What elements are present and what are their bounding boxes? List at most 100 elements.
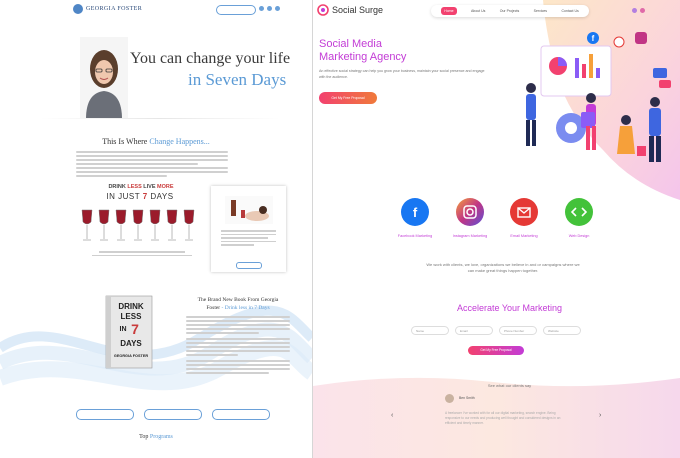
main-nav: Home About Us Our Projects Services Cont…: [431, 5, 589, 17]
program-button[interactable]: [76, 409, 134, 420]
social-dot-icon[interactable]: [640, 8, 645, 13]
svg-text:f: f: [592, 34, 595, 43]
email-icon: [510, 198, 538, 226]
contact-button[interactable]: [216, 5, 256, 15]
book-cover-drink: DRINK: [118, 302, 144, 311]
wine-glasses-illustration: [81, 209, 195, 241]
carousel-next-icon[interactable]: ›: [599, 412, 601, 419]
youtube-icon[interactable]: [275, 6, 280, 11]
social-links: [259, 6, 280, 11]
book-heading-line1: The Brand New Book From Georgia: [197, 297, 279, 303]
top-programs-heading: Top Programs: [0, 434, 312, 440]
hero-headline-line2: in Seven Days: [188, 70, 287, 89]
service-label: Email Marketing: [510, 234, 538, 238]
service-label: Web Design: [568, 234, 590, 238]
proposal-form: Name Email Phone Number Website: [411, 326, 581, 335]
logo-swirl-icon: [317, 4, 329, 16]
section-heading-accent: Change Happens...: [149, 137, 210, 146]
nav-services[interactable]: Services: [534, 9, 547, 13]
program-button[interactable]: [212, 409, 270, 420]
top-programs-accent: Programs: [149, 434, 173, 440]
book-description: [186, 316, 290, 376]
hero-title-line1: Social Media: [319, 38, 382, 50]
book-cover-author: GEORGIA FOSTER: [114, 354, 149, 358]
testimonial-author: Ben Smith: [459, 396, 475, 400]
book-heading-accent: - Drink less in 7 Days: [221, 305, 270, 311]
hero-portrait-photo: [80, 37, 128, 119]
twitter-icon[interactable]: [267, 6, 272, 11]
georgia-foster-logo[interactable]: GEORGIA FOSTER: [73, 4, 142, 14]
feature-card: [211, 186, 286, 272]
code-icon: [565, 198, 593, 226]
person-right: [649, 97, 661, 162]
top-programs-plain: Top: [139, 434, 150, 440]
person-center: [581, 93, 596, 150]
card-text: [221, 230, 276, 248]
service-web-design[interactable]: Web Design: [549, 198, 609, 238]
nav-contact[interactable]: Contact Us: [561, 9, 578, 13]
nav-about[interactable]: About Us: [471, 9, 485, 13]
service-label: Facebook Marketing: [397, 234, 433, 238]
hero-headline-line1: You can change your life: [130, 50, 291, 67]
book-heading-line2: Foster - Drink less in 7 Days: [186, 305, 290, 311]
hero-divider: [40, 118, 280, 119]
drink-subtitle: [80, 249, 204, 258]
avatar: [445, 394, 454, 403]
facebook-icon: f: [401, 198, 429, 226]
accelerate-title: Accelerate Your Marketing: [456, 303, 563, 313]
svg-text:f: f: [413, 205, 418, 220]
phone-field[interactable]: Phone Number: [499, 326, 537, 335]
georgia-foster-page: GEORGIA FOSTER You can change your life …: [0, 0, 312, 458]
testimonial-quote: A freelancer I’ve worked with for all ou…: [445, 411, 561, 425]
website-field[interactable]: Website: [543, 326, 581, 335]
drink-less-title: DRINK LESS LIVE MORE: [81, 184, 201, 190]
brand-name: Social Surge: [332, 5, 384, 15]
section-heading-plain: This Is Where: [102, 137, 150, 146]
nav-home[interactable]: Home: [441, 7, 457, 15]
nav-projects[interactable]: Our Projects: [500, 9, 519, 13]
service-email[interactable]: Email Marketing: [494, 198, 554, 238]
drink-title-more: MORE: [157, 184, 174, 190]
drink-title-live: LIVE: [141, 184, 158, 190]
section-heading: This Is Where Change Happens...: [0, 137, 312, 146]
service-instagram[interactable]: Instagram Marketing: [440, 198, 500, 238]
book-cover-days: DAYS: [120, 339, 142, 348]
social-surge-logo[interactable]: Social Surge: [317, 4, 383, 16]
book-heading-foster: Foster: [206, 305, 222, 311]
email-field[interactable]: Email: [455, 326, 493, 335]
hero-title-line2: Marketing Agency: [319, 51, 407, 63]
person-woman: [617, 115, 646, 156]
days-suffix: DAYS: [147, 192, 174, 201]
header-social-icons: [632, 8, 645, 13]
facebook-icon[interactable]: [259, 6, 264, 11]
free-proposal-button[interactable]: Get My Free Proposal: [319, 92, 377, 104]
carousel-prev-icon[interactable]: ‹: [391, 412, 393, 419]
in-just-7-days: IN JUST 7 DAYS: [96, 192, 184, 201]
drink-title-drink: DRINK: [108, 184, 128, 190]
social-surge-page: Social Surge Home About Us Our Projects …: [313, 0, 680, 458]
about-text: We work with clients, we love, organizat…: [426, 262, 580, 273]
social-dot-icon[interactable]: [632, 8, 637, 13]
instagram-icon: [456, 198, 484, 226]
card-photo: [225, 196, 273, 224]
service-label: Instagram Marketing: [452, 234, 488, 238]
name-field[interactable]: Name: [411, 326, 449, 335]
book-cover-in: IN: [120, 326, 127, 333]
hero-description: An effective social strategy can help yo…: [319, 69, 485, 79]
program-buttons: [76, 409, 270, 420]
brand-name: GEORGIA FOSTER: [86, 6, 143, 12]
book-cover-less: LESS: [121, 312, 143, 321]
logo-mark-icon: [73, 4, 83, 14]
testimonial-heading: See what our clients say: [487, 383, 532, 388]
accelerate-proposal-button[interactable]: Get My Free Proposal: [468, 346, 524, 355]
intro-paragraph: [76, 151, 228, 179]
card-button[interactable]: [236, 262, 262, 269]
book-cover-image: DRINK LESS IN 7 DAYS GEORGIA FOSTER: [105, 295, 153, 369]
days-prefix: IN JUST: [106, 192, 143, 201]
service-facebook[interactable]: f Facebook Marketing: [385, 198, 445, 238]
drink-title-less: LESS: [127, 184, 142, 190]
book-cover-seven: 7: [131, 321, 139, 337]
program-button[interactable]: [144, 409, 202, 420]
marketing-team-illustration: f: [526, 32, 671, 162]
person-left: [526, 83, 536, 146]
